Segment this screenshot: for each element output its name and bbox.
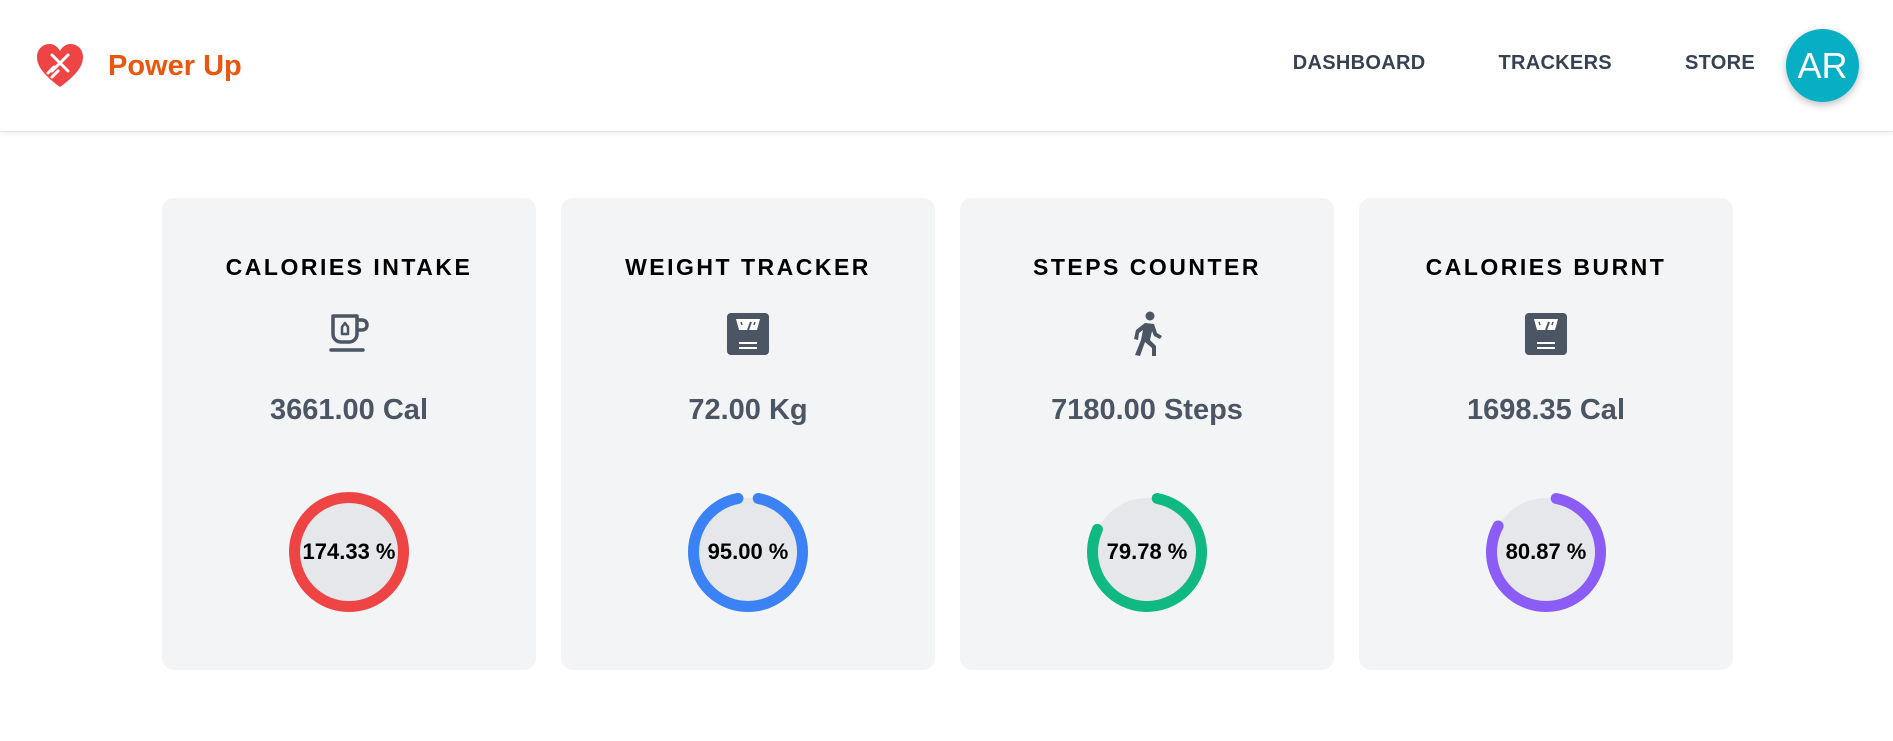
progress-percent-label: 174.33 % [302,539,396,564]
card-value: 3661.00 Cal [269,394,428,426]
card-value: 1698.35 Cal [1466,394,1625,426]
card-title: CALORIES INTAKE [225,254,473,280]
page: Power Up DASHBOARD TRACKERS STORE AR CAL… [0,0,1893,741]
card-steps-counter[interactable]: STEPS COUNTER 7180.00 Steps 79.78 % [960,198,1334,670]
progress-ring: 80.87 % [1484,490,1608,614]
main-nav: DASHBOARD TRACKERS STORE [1220,52,1755,75]
card-title: STEPS COUNTER [1032,254,1262,280]
progress-percent-label: 95.00 % [707,539,789,564]
card-title: WEIGHT TRACKER [625,254,871,280]
card-calories-intake[interactable]: CALORIES INTAKE 3661.00 Cal 174.33 % [162,198,536,670]
card-value: 7180.00 Steps [1051,394,1243,426]
tracker-cards: CALORIES INTAKE 3661.00 Cal 174.33 % WEI… [162,198,1733,670]
progress-percent-label: 79.78 % [1106,539,1188,564]
walking-person-icon [1134,311,1162,356]
card-calories-burnt[interactable]: CALORIES BURNT 1698.35 Cal 80.87 % [1359,198,1733,670]
card-value: 72.00 Kg [688,394,808,426]
nav-item-trackers[interactable]: TRACKERS [1498,52,1612,75]
coffee-cup-icon [329,314,369,352]
heart-dumbbell-icon [37,44,83,87]
progress-percent-label: 80.87 % [1505,539,1587,564]
progress-ring: 174.33 % [287,490,411,614]
brand[interactable]: Power Up [34,40,242,92]
top-navbar: Power Up DASHBOARD TRACKERS STORE AR [0,0,1893,132]
card-title: CALORIES BURNT [1425,254,1667,280]
progress-ring: 95.00 % [686,490,810,614]
avatar[interactable]: AR [1786,29,1859,102]
weight-scale-icon [1525,313,1567,355]
nav-item-dashboard[interactable]: DASHBOARD [1293,52,1426,75]
brand-name: Power Up [108,49,242,82]
weight-scale-icon [727,313,769,355]
nav-item-store[interactable]: STORE [1685,52,1755,75]
card-weight-tracker[interactable]: WEIGHT TRACKER 72.00 Kg 95.00 % [561,198,935,670]
progress-ring: 79.78 % [1085,490,1209,614]
